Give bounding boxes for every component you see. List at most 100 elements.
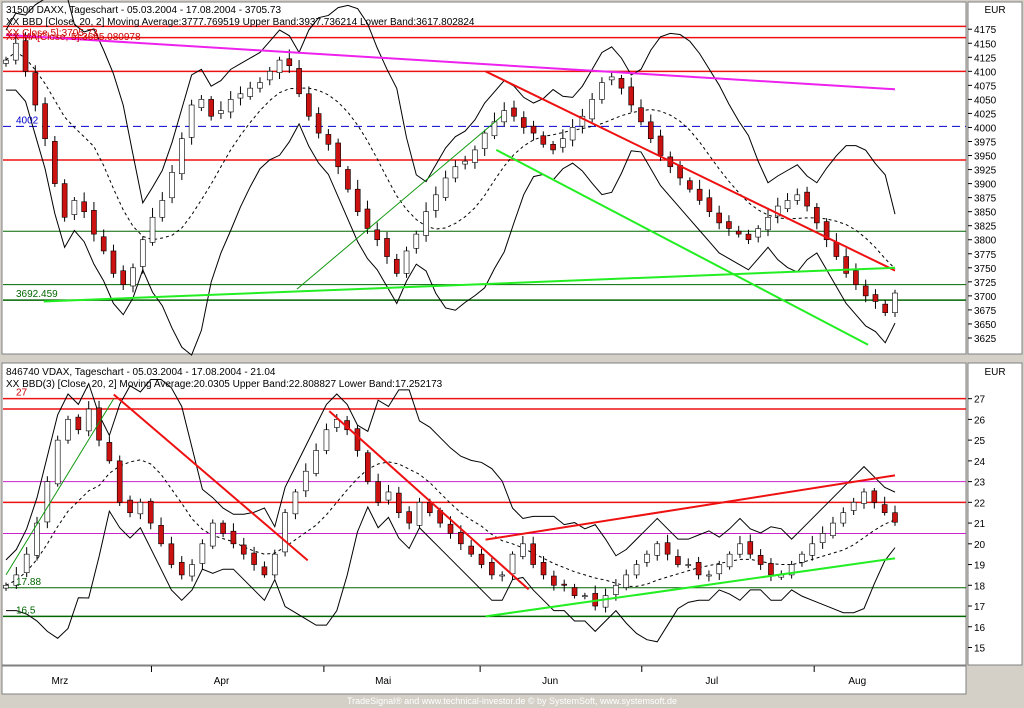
candle-body-73 bbox=[716, 212, 722, 224]
candle-body-45 bbox=[468, 545, 474, 555]
x-month-label-5: Aug bbox=[848, 676, 866, 687]
candle-body-69 bbox=[716, 564, 723, 575]
candle-body-87 bbox=[853, 270, 859, 285]
candle-body-24 bbox=[251, 552, 257, 565]
candle-body-4 bbox=[42, 103, 48, 139]
y-tick-label-1: 3650 bbox=[974, 320, 997, 331]
candle-body-2 bbox=[22, 40, 29, 72]
y-tick-label-1: 16 bbox=[974, 623, 986, 634]
candle-body-55 bbox=[571, 587, 578, 596]
candle-body-36 bbox=[354, 188, 361, 212]
candle-body-28 bbox=[292, 491, 299, 515]
candle-body-52 bbox=[511, 107, 517, 117]
y-tick-label-19: 4100 bbox=[974, 67, 997, 78]
indicator-label-ma-top: XX MA[Close, 5]:3695.080978 bbox=[6, 32, 141, 43]
indicator-label-bbd-top: XX BBD [Close, 20, 2] Moving Average:377… bbox=[6, 17, 475, 28]
candle-body-39 bbox=[384, 238, 390, 257]
candle-body-66 bbox=[685, 564, 692, 566]
y-tick-label-12: 27 bbox=[974, 395, 986, 406]
candle-body-13 bbox=[137, 502, 144, 515]
candle-body-47 bbox=[462, 160, 468, 165]
candle-body-14 bbox=[147, 500, 154, 524]
candle-body-74 bbox=[726, 221, 732, 229]
indicator-label-bbd-bottom: XX BBD(3) [Close, 20, 2] Moving Average:… bbox=[6, 379, 443, 390]
candle-body-54 bbox=[561, 583, 568, 586]
left-value-label-0: 27 bbox=[16, 388, 28, 399]
plot-area-top bbox=[1, 1, 967, 355]
candle-body-18 bbox=[189, 564, 195, 577]
y-tick-label-10: 25 bbox=[974, 436, 986, 447]
candle-body-59 bbox=[613, 584, 619, 595]
candle-body-27 bbox=[282, 512, 288, 553]
candle-body-33 bbox=[325, 134, 332, 145]
candle-body-18 bbox=[179, 138, 185, 175]
candle-body-48 bbox=[472, 149, 478, 163]
candle-body-46 bbox=[452, 166, 459, 179]
candle-body-25 bbox=[247, 87, 254, 97]
candle-body-53 bbox=[520, 117, 527, 128]
candle-body-82 bbox=[850, 502, 857, 511]
currency-label-bottom: EUR bbox=[984, 367, 1005, 378]
candle-body-6 bbox=[61, 183, 68, 218]
candle-body-9 bbox=[91, 210, 97, 235]
left-value-label-0: 4002 bbox=[16, 115, 39, 126]
candle-body-62 bbox=[644, 553, 650, 563]
y-tick-label-3: 3700 bbox=[974, 292, 997, 303]
candle-body-7 bbox=[71, 200, 78, 215]
candle-body-8 bbox=[85, 408, 92, 432]
y-tick-label-12: 3925 bbox=[974, 166, 997, 177]
panel-title-bottom: 846740 VDAX, Tageschart - 05.03.2004 - 1… bbox=[6, 367, 276, 378]
y-tick-label-11: 3900 bbox=[974, 180, 997, 191]
candle-body-63 bbox=[654, 543, 661, 556]
y-axis-area-bottom bbox=[967, 362, 1023, 666]
candle-body-40 bbox=[416, 502, 423, 526]
candle-body-70 bbox=[687, 180, 693, 190]
candle-body-78 bbox=[809, 543, 816, 556]
y-tick-label-7: 3800 bbox=[974, 236, 997, 247]
x-month-label-0: Mrz bbox=[52, 676, 69, 687]
candle-body-30 bbox=[296, 68, 302, 95]
candle-body-0 bbox=[3, 59, 9, 64]
y-tick-label-22: 4175 bbox=[974, 25, 997, 36]
candle-body-35 bbox=[345, 169, 351, 190]
candle-body-15 bbox=[158, 525, 164, 545]
candle-body-20 bbox=[198, 99, 205, 108]
y-tick-label-16: 4025 bbox=[974, 109, 997, 120]
candle-body-37 bbox=[364, 208, 371, 229]
candle-body-51 bbox=[530, 543, 536, 565]
x-month-label-1: Apr bbox=[214, 676, 230, 687]
panel-daxx: 3625 3650 3675 3700 3725 3750 3775 3800 3825 3850… bbox=[1, 0, 1023, 356]
candle-body-68 bbox=[706, 574, 712, 577]
candle-body-21 bbox=[208, 99, 214, 117]
candle-body-46 bbox=[478, 553, 485, 565]
candle-body-85 bbox=[833, 242, 840, 257]
candle-body-35 bbox=[365, 452, 371, 482]
x-month-label-3: Jun bbox=[542, 676, 558, 687]
candle-body-34 bbox=[335, 142, 341, 168]
candle-body-83 bbox=[814, 207, 820, 224]
y-tick-label-8: 3825 bbox=[974, 222, 997, 233]
candle-body-11 bbox=[116, 460, 123, 503]
candle-body-21 bbox=[220, 522, 226, 534]
y-tick-label-10: 3875 bbox=[974, 194, 997, 205]
chart-svg: 3625 3650 3675 3700 3725 3750 3775 3800 3825 3850… bbox=[0, 0, 1024, 708]
candle-body-65 bbox=[675, 556, 681, 565]
candle-body-42 bbox=[413, 233, 420, 249]
y-tick-label-20: 4125 bbox=[974, 53, 997, 64]
candle-body-10 bbox=[100, 236, 107, 252]
candle-body-52 bbox=[540, 561, 547, 576]
y-tick-label-4: 19 bbox=[974, 561, 986, 572]
candle-body-44 bbox=[433, 194, 439, 211]
candle-body-49 bbox=[481, 132, 488, 149]
candle-body-62 bbox=[608, 76, 615, 81]
candle-body-13 bbox=[130, 267, 136, 287]
candle-body-79 bbox=[819, 533, 826, 543]
candle-body-25 bbox=[261, 566, 268, 576]
candle-body-58 bbox=[569, 127, 576, 141]
candle-body-26 bbox=[257, 82, 263, 89]
candle-body-9 bbox=[96, 407, 102, 441]
candle-body-91 bbox=[892, 292, 898, 314]
candle-body-19 bbox=[199, 543, 206, 564]
candle-body-82 bbox=[804, 191, 810, 207]
candle-body-63 bbox=[618, 77, 625, 89]
